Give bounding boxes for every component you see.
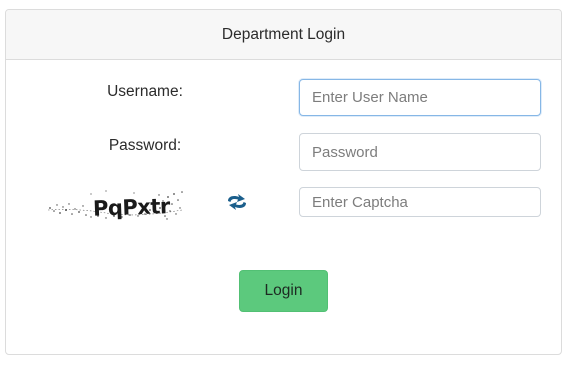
captcha-image: PqPxtr	[46, 186, 184, 224]
card-header: Department Login	[6, 10, 561, 60]
login-button[interactable]: Login	[239, 270, 328, 312]
captcha-input[interactable]	[299, 187, 541, 217]
refresh-captcha-icon[interactable]	[223, 191, 251, 213]
password-label: Password:	[108, 137, 182, 154]
username-label: Username:	[107, 83, 183, 100]
password-input[interactable]	[299, 133, 541, 171]
login-card: Department Login Username: Password: PqP…	[5, 9, 562, 355]
captcha-text: PqPxtr	[93, 194, 172, 221]
username-input[interactable]	[299, 79, 541, 116]
page-title: Department Login	[221, 26, 346, 43]
